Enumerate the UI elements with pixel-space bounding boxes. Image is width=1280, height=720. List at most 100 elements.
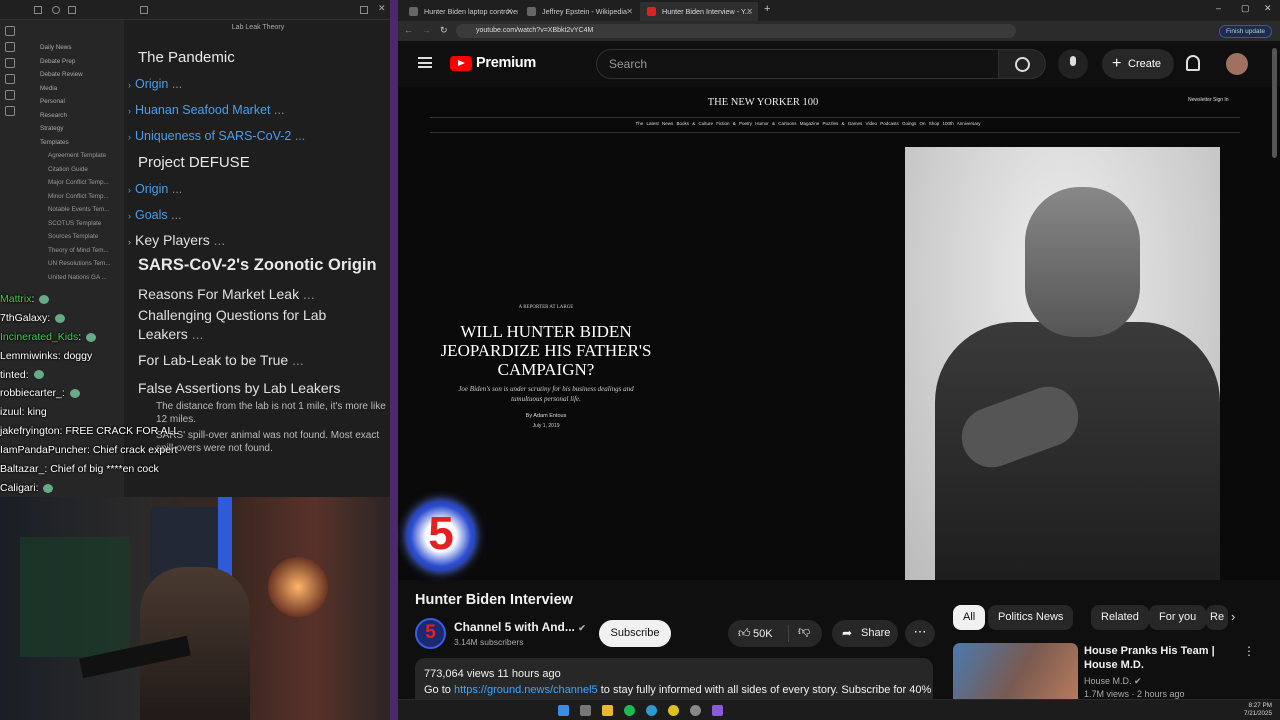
share-button[interactable]: ➦ Share [832,620,898,647]
voice-search-icon[interactable] [1058,49,1088,79]
spotify-icon[interactable] [624,705,635,716]
link-uniqueness[interactable]: › Uniqueness of SARS-CoV-2 ... [128,123,390,149]
create-button[interactable]: + Create [1102,49,1174,79]
search-button[interactable] [998,49,1046,79]
chip-for-you[interactable]: For you [1149,605,1207,630]
chat-username[interactable]: Incinerated_Kids [0,331,78,343]
channel-name[interactable]: Channel 5 with And... ✔ [454,620,586,634]
windows-start-icon[interactable] [558,705,569,716]
chat-username[interactable]: robbiecarter_ [0,387,62,399]
description-link[interactable]: https://ground.news/channel5 [454,684,598,696]
sidebar-toggle-icon[interactable] [360,6,368,14]
chat-username[interactable]: Caligari [0,482,36,494]
close-icon[interactable]: ✕ [626,2,633,21]
folder-item[interactable]: Debate Review [26,71,124,85]
file-explorer-icon[interactable] [602,705,613,716]
finish-update-button[interactable]: Finish update [1218,25,1272,38]
channel-avatar[interactable]: 5 [415,618,446,649]
chip-recent[interactable]: Re [1206,605,1228,630]
link-goals[interactable]: › Goals ... [128,202,390,228]
folder-item[interactable]: Templates [26,139,124,153]
template-file[interactable]: Minor Conflict Temp... [26,193,124,207]
template-file[interactable]: Theory of Mind Tem... [26,247,124,261]
close-icon[interactable]: ✕ [506,2,513,21]
folder-item[interactable]: Debate Prep [26,58,124,72]
template-file[interactable]: SCOTUS Template [26,220,124,234]
chip-politics-news[interactable]: Politics News [988,605,1074,630]
close-icon[interactable]: ✕ [746,2,753,21]
close-icon[interactable]: ✕ [378,3,386,14]
chat-username[interactable]: tinted [0,369,26,381]
task-view-icon[interactable] [580,705,591,716]
like-icon[interactable]: 👍︎ [738,626,751,641]
graph-icon[interactable] [5,58,15,68]
tab-hunter-laptop[interactable]: Hunter Biden laptop controvers...✕ [402,2,518,21]
notifications-icon[interactable] [1186,55,1200,71]
maximize-icon[interactable]: ▢ [1241,3,1250,14]
avatar[interactable] [1226,53,1248,75]
chat-username[interactable]: izuul [0,406,22,418]
minimize-icon[interactable]: – [1216,3,1221,13]
template-file[interactable]: Major Conflict Temp... [26,179,124,193]
terminal-icon[interactable] [5,106,15,116]
more-actions-icon[interactable]: ⋯ [905,620,935,647]
chat-username[interactable]: jakefryington [0,425,60,437]
folder-item[interactable]: Media [26,85,124,99]
kebab-menu-icon[interactable]: ⋮ [1243,644,1255,658]
template-file[interactable]: Notable Events Tem... [26,206,124,220]
link-origin[interactable]: › Origin ... [128,71,390,97]
reload-icon[interactable]: ↻ [440,25,448,36]
template-file[interactable]: Sources Template [26,233,124,247]
scrollbar[interactable] [1272,48,1277,158]
chevron-right-icon[interactable]: › [1231,609,1235,624]
youtube-logo-icon[interactable] [450,56,472,71]
new-tab-icon[interactable]: + [764,3,770,15]
forward-icon[interactable]: → [422,25,431,35]
folder-item[interactable]: Personal [26,98,124,112]
link-huanan[interactable]: › Huanan Seafood Market ... [128,97,390,123]
tab-youtube[interactable]: Hunter Biden Interview - Y... ✕ [640,2,758,21]
calendar-icon[interactable] [5,74,15,84]
video-player[interactable]: THE NEW YORKER 100 Newsletter Sign In Th… [398,87,1280,580]
bookmark-icon[interactable] [68,6,76,14]
menu-icon[interactable] [418,57,432,68]
chip-related[interactable]: Related [1091,605,1149,630]
chrome-icon[interactable] [668,705,679,716]
recommended-channel[interactable]: House M.D. ✔ [1084,676,1142,687]
template-file[interactable]: Agreement Template [26,152,124,166]
chip-all[interactable]: All [953,605,986,630]
link-defuse-origin[interactable]: › Origin ... [128,176,390,202]
canvas-icon[interactable] [5,90,15,100]
search-input[interactable]: Search [596,49,999,79]
youtube-brand[interactable]: Premium [476,55,536,71]
template-file[interactable]: UN Resolutions Tem... [26,260,124,274]
back-icon[interactable]: ← [404,25,413,35]
nav-icon[interactable] [5,26,15,36]
chat-username[interactable]: IamPandaPuncher [0,444,87,456]
like-count[interactable]: 50K [753,628,773,640]
app-icon[interactable] [690,705,701,716]
file-icon[interactable] [5,42,15,52]
dislike-icon[interactable]: 👎︎ [798,624,810,639]
chat-username[interactable]: Baltazar_ [0,463,44,475]
close-window-icon[interactable]: ✕ [1264,3,1272,14]
tab-icon[interactable] [140,6,148,14]
folder-item[interactable]: Strategy [26,125,124,139]
url-input[interactable]: youtube.com/watch?v=XBbkt2vYC4M [456,24,1016,38]
chat-username[interactable]: Lemmiwinks [0,350,58,362]
folder-icon[interactable] [34,6,42,14]
template-file[interactable]: Citation Guide [26,166,124,180]
template-file[interactable]: United Nations GA ... [26,274,124,288]
section-key-players[interactable]: › Key Players ... [128,228,390,252]
tab-epstein[interactable]: Jeffrey Epstein - Wikipedia ✕ [520,2,638,21]
chat-username[interactable]: Mattrix [0,293,32,305]
recommended-title[interactable]: House Pranks His Team | House M.D. [1084,644,1244,672]
system-clock[interactable]: 8:27 PM 7/21/2025 [1244,702,1272,718]
edge-icon[interactable] [646,705,657,716]
subscribe-button[interactable]: Subscribe [599,620,671,647]
folder-item[interactable]: Research [26,112,124,126]
obsidian-icon[interactable] [712,705,723,716]
chat-username[interactable]: 7thGalaxy [0,312,47,324]
search-icon[interactable] [52,6,60,14]
folder-item[interactable]: Daily News [26,44,124,58]
